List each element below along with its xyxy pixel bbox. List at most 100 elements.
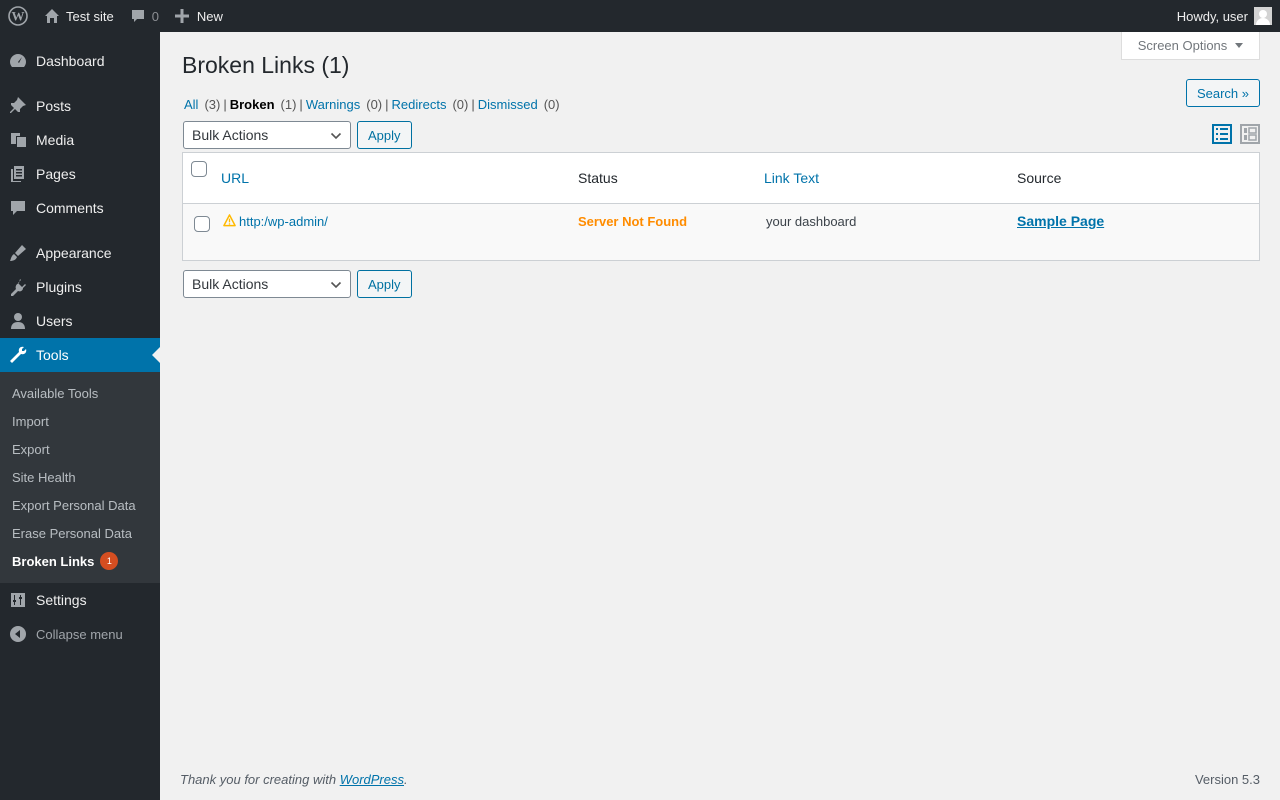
bulk-actions-value: Bulk Actions <box>192 276 269 292</box>
home-icon <box>44 8 60 24</box>
collapse-menu-button[interactable]: Collapse menu <box>0 617 160 651</box>
plugin-icon <box>0 277 36 297</box>
sidebar-item-label: Media <box>36 132 75 148</box>
column-header-status: Status <box>578 170 618 186</box>
bulk-actions-value: Bulk Actions <box>192 127 269 143</box>
submenu-item-export-personal-data[interactable]: Export Personal Data <box>0 491 160 519</box>
footer-thanks-suffix: . <box>404 772 408 787</box>
submenu-item-broken-links[interactable]: Broken Links 1 <box>0 547 160 575</box>
search-button[interactable]: Search » <box>1185 79 1260 107</box>
filter-links: All (3) | Broken (1) | Warnings (0) | Re… <box>184 97 560 112</box>
brush-icon <box>0 243 36 263</box>
column-header-url[interactable]: URL <box>221 170 249 186</box>
settings-sliders-icon <box>0 590 36 610</box>
sidebar-item-label: Posts <box>36 98 72 114</box>
submenu-item-erase-personal-data[interactable]: Erase Personal Data <box>0 519 160 547</box>
sidebar-item-comments[interactable]: Comments <box>0 191 160 225</box>
sidebar-item-appearance[interactable]: Appearance <box>0 236 160 270</box>
submenu-item-import[interactable]: Import <box>0 407 160 435</box>
bulk-actions-bottom: Bulk Actions Apply <box>183 270 412 298</box>
source-link[interactable]: Sample Page <box>1017 213 1104 229</box>
sidebar-item-label: Comments <box>36 200 104 216</box>
warning-icon <box>223 214 236 230</box>
sidebar-item-media[interactable]: Media <box>0 123 160 157</box>
submenu-item-label: Broken Links <box>12 553 95 569</box>
tools-submenu: Available Tools Import Export Site Healt… <box>0 372 160 583</box>
view-switch <box>1212 124 1260 147</box>
table-header: URL Status Link Text Source <box>183 153 1259 204</box>
sidebar-item-label: Settings <box>36 592 87 608</box>
comment-icon <box>0 198 36 218</box>
separator: | <box>299 97 303 112</box>
sidebar-item-tools[interactable]: Tools <box>0 338 160 372</box>
sidebar-item-dashboard[interactable]: Dashboard <box>0 44 160 78</box>
bulk-actions-select[interactable]: Bulk Actions <box>183 270 351 298</box>
sidebar-item-posts[interactable]: Posts <box>0 89 160 123</box>
filter-count: (1) <box>280 97 297 112</box>
main-content: Screen Options Broken Links (1) All (3) … <box>160 32 1280 800</box>
admin-bar-new[interactable]: New <box>167 0 231 32</box>
broken-url-link[interactable]: http:/wp-admin/ <box>239 214 328 229</box>
column-header-source: Source <box>1017 170 1062 186</box>
sidebar-item-pages[interactable]: Pages <box>0 157 160 191</box>
svg-text:W: W <box>12 9 25 24</box>
excerpt-view-icon[interactable] <box>1240 124 1260 147</box>
admin-sidebar: Dashboard Posts Media Pages Comments App… <box>0 32 160 800</box>
admin-bar-site-link[interactable]: Test site <box>36 0 122 32</box>
separator: | <box>223 97 227 112</box>
sidebar-item-label: Dashboard <box>36 53 105 69</box>
footer-thanks-prefix: Thank you for creating with <box>180 772 340 787</box>
new-label: New <box>196 8 223 24</box>
filter-redirects[interactable]: Redirects <box>392 97 447 112</box>
select-all-checkbox[interactable] <box>191 161 207 177</box>
wordpress-logo-icon[interactable]: W <box>0 0 36 32</box>
screen-options-button[interactable]: Screen Options <box>1121 32 1260 60</box>
pushpin-icon <box>0 96 36 116</box>
comments-count: 0 <box>151 8 159 24</box>
apply-button[interactable]: Apply <box>357 270 412 298</box>
sidebar-item-plugins[interactable]: Plugins <box>0 270 160 304</box>
sidebar-item-label: Pages <box>36 166 76 182</box>
chevron-down-icon <box>330 281 342 289</box>
sidebar-item-label: Appearance <box>36 245 112 261</box>
row-checkbox[interactable] <box>194 216 210 232</box>
plus-icon <box>174 9 189 23</box>
link-text-value: your dashboard <box>766 214 857 229</box>
table-row: http:/wp-admin/ Server Not Found your da… <box>183 204 1259 260</box>
filter-count: (0) <box>366 97 383 112</box>
screen-options-label: Screen Options <box>1137 38 1228 53</box>
chevron-down-icon <box>330 132 342 140</box>
filter-broken[interactable]: Broken <box>230 97 275 112</box>
media-icon <box>0 130 36 150</box>
filter-all[interactable]: All <box>184 97 198 112</box>
column-header-link-text[interactable]: Link Text <box>764 170 819 186</box>
filter-warnings[interactable]: Warnings <box>306 97 360 112</box>
comment-icon <box>130 8 146 24</box>
sidebar-item-users[interactable]: Users <box>0 304 160 338</box>
site-name: Test site <box>66 8 114 24</box>
collapse-arrow-icon <box>0 625 36 643</box>
apply-button[interactable]: Apply <box>357 121 412 149</box>
admin-bar-comments[interactable]: 0 <box>122 0 167 32</box>
status-text: Server Not Found <box>578 214 688 229</box>
howdy-text: Howdy, user <box>1176 8 1248 24</box>
avatar <box>1254 7 1272 25</box>
submenu-item-site-health[interactable]: Site Health <box>0 463 160 491</box>
bulk-actions-top: Bulk Actions Apply <box>183 121 412 149</box>
broken-links-table: URL Status Link Text Source http:/wp-adm… <box>182 152 1260 261</box>
sidebar-item-settings[interactable]: Settings <box>0 583 160 617</box>
separator: | <box>471 97 475 112</box>
filter-count: (0) <box>543 97 560 112</box>
wordpress-link[interactable]: WordPress <box>340 772 404 787</box>
submenu-item-export[interactable]: Export <box>0 435 160 463</box>
list-view-icon[interactable] <box>1212 124 1232 147</box>
filter-dismissed[interactable]: Dismissed <box>478 97 538 112</box>
footer-version: Version 5.3 <box>1194 772 1260 787</box>
count-badge: 1 <box>100 552 119 570</box>
admin-bar-account[interactable]: Howdy, user <box>1177 0 1280 32</box>
submenu-item-available-tools[interactable]: Available Tools <box>0 379 160 407</box>
separator: | <box>385 97 389 112</box>
admin-bar: W Test site 0 New Howdy, user <box>0 0 1280 32</box>
dropdown-arrow-icon <box>1235 43 1244 48</box>
bulk-actions-select[interactable]: Bulk Actions <box>183 121 351 149</box>
